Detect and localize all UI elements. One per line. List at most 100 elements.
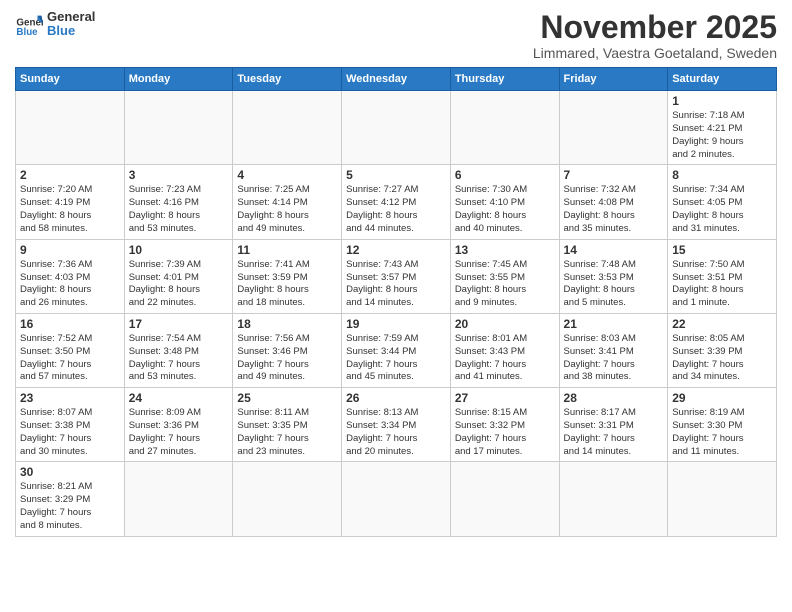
calendar-cell: 17 Sunrise: 7:54 AMSunset: 3:48 PMDayligh…: [124, 313, 233, 387]
svg-text:Blue: Blue: [16, 27, 38, 38]
day-number: 29: [672, 391, 772, 405]
calendar-cell: [668, 462, 777, 536]
location-title: Limmared, Vaestra Goetaland, Sweden: [533, 45, 777, 61]
day-number: 30: [20, 465, 120, 479]
day-info: Sunrise: 8:01 AMSunset: 3:43 PMDaylight:…: [455, 333, 555, 384]
calendar-cell: 25 Sunrise: 8:11 AMSunset: 3:35 PMDayligh…: [233, 388, 342, 462]
calendar-cell: [233, 91, 342, 165]
calendar-cell: 22Sunrise: 8:05 AMSunset: 3:39 PMDayligh…: [668, 313, 777, 387]
day-info: Sunrise: 7:23 AMSunset: 4:16 PMDaylight:…: [129, 184, 229, 235]
calendar-cell: 27Sunrise: 8:15 AMSunset: 3:32 PMDayligh…: [450, 388, 559, 462]
calendar-row: 16 Sunrise: 7:52 AMSunset: 3:50 PMDayligh…: [16, 313, 777, 387]
logo-general: General: [47, 10, 95, 24]
day-info: Sunrise: 8:09 AMSunset: 3:36 PMDaylight:…: [129, 407, 229, 458]
logo-blue: Blue: [47, 24, 95, 38]
calendar-row: 9Sunrise: 7:36 AMSunset: 4:03 PMDaylight…: [16, 239, 777, 313]
day-info: Sunrise: 8:21 AMSunset: 3:29 PMDaylight:…: [20, 481, 120, 532]
day-info: Sunrise: 8:13 AMSunset: 3:34 PMDaylight:…: [346, 407, 446, 458]
calendar-cell: [450, 91, 559, 165]
weekday-monday: Monday: [124, 68, 233, 91]
day-info: Sunrise: 7:39 AMSunset: 4:01 PMDaylight:…: [129, 259, 229, 310]
calendar-cell: 18Sunrise: 7:56 AMSunset: 3:46 PMDayligh…: [233, 313, 342, 387]
day-number: 14: [564, 243, 664, 257]
day-number: 28: [564, 391, 664, 405]
day-number: 23: [20, 391, 120, 405]
calendar-cell: 20 Sunrise: 8:01 AMSunset: 3:43 PMDayligh…: [450, 313, 559, 387]
calendar-cell: 11Sunrise: 7:41 AMSunset: 3:59 PMDayligh…: [233, 239, 342, 313]
day-info: Sunrise: 8:11 AMSunset: 3:35 PMDaylight:…: [237, 407, 337, 458]
day-number: 26: [346, 391, 446, 405]
logo: General Blue General Blue: [15, 10, 95, 39]
calendar-cell: 14 Sunrise: 7:48 AMSunset: 3:53 PMDayligh…: [559, 239, 668, 313]
calendar-cell: [16, 91, 125, 165]
month-title: November 2025: [533, 10, 777, 45]
day-info: Sunrise: 7:48 AMSunset: 3:53 PMDaylight:…: [564, 259, 664, 310]
calendar-cell: 24Sunrise: 8:09 AMSunset: 3:36 PMDayligh…: [124, 388, 233, 462]
weekday-tuesday: Tuesday: [233, 68, 342, 91]
day-number: 13: [455, 243, 555, 257]
calendar-cell: 7 Sunrise: 7:32 AMSunset: 4:08 PMDaylight…: [559, 165, 668, 239]
day-info: Sunrise: 7:59 AMSunset: 3:44 PMDaylight:…: [346, 333, 446, 384]
weekday-friday: Friday: [559, 68, 668, 91]
day-number: 10: [129, 243, 229, 257]
day-number: 3: [129, 168, 229, 182]
day-number: 25: [237, 391, 337, 405]
calendar-cell: 1Sunrise: 7:18 AMSunset: 4:21 PMDaylight…: [668, 91, 777, 165]
calendar-cell: [124, 91, 233, 165]
day-number: 21: [564, 317, 664, 331]
day-number: 17: [129, 317, 229, 331]
day-info: Sunrise: 7:41 AMSunset: 3:59 PMDaylight:…: [237, 259, 337, 310]
calendar: SundayMondayTuesdayWednesdayThursdayFrid…: [15, 67, 777, 537]
weekday-header-row: SundayMondayTuesdayWednesdayThursdayFrid…: [16, 68, 777, 91]
day-number: 7: [564, 168, 664, 182]
calendar-cell: 16 Sunrise: 7:52 AMSunset: 3:50 PMDayligh…: [16, 313, 125, 387]
calendar-cell: 4Sunrise: 7:25 AMSunset: 4:14 PMDaylight…: [233, 165, 342, 239]
day-number: 6: [455, 168, 555, 182]
page: General Blue General Blue November 2025 …: [0, 0, 792, 612]
day-number: 5: [346, 168, 446, 182]
day-info: Sunrise: 8:19 AMSunset: 3:30 PMDaylight:…: [672, 407, 772, 458]
day-number: 1: [672, 94, 772, 108]
calendar-body: 1Sunrise: 7:18 AMSunset: 4:21 PMDaylight…: [16, 91, 777, 537]
calendar-cell: [342, 462, 451, 536]
calendar-cell: 9Sunrise: 7:36 AMSunset: 4:03 PMDaylight…: [16, 239, 125, 313]
calendar-cell: 26 Sunrise: 8:13 AMSunset: 3:34 PMDayligh…: [342, 388, 451, 462]
weekday-sunday: Sunday: [16, 68, 125, 91]
day-number: 12: [346, 243, 446, 257]
calendar-cell: [233, 462, 342, 536]
calendar-row: 2Sunrise: 7:20 AMSunset: 4:19 PMDaylight…: [16, 165, 777, 239]
day-info: Sunrise: 8:03 AMSunset: 3:41 PMDaylight:…: [564, 333, 664, 384]
calendar-cell: 28Sunrise: 8:17 AMSunset: 3:31 PMDayligh…: [559, 388, 668, 462]
day-info: Sunrise: 7:32 AMSunset: 4:08 PMDaylight:…: [564, 184, 664, 235]
calendar-cell: 21 Sunrise: 8:03 AMSunset: 3:41 PMDayligh…: [559, 313, 668, 387]
calendar-row: 30 Sunrise: 8:21 AMSunset: 3:29 PMDayligh…: [16, 462, 777, 536]
calendar-cell: 15Sunrise: 7:50 AMSunset: 3:51 PMDayligh…: [668, 239, 777, 313]
day-info: Sunrise: 7:54 AMSunset: 3:48 PMDaylight:…: [129, 333, 229, 384]
day-info: Sunrise: 7:30 AMSunset: 4:10 PMDaylight:…: [455, 184, 555, 235]
logo-icon: General Blue: [15, 10, 43, 38]
title-area: November 2025 Limmared, Vaestra Goetalan…: [533, 10, 777, 61]
day-number: 19: [346, 317, 446, 331]
weekday-saturday: Saturday: [668, 68, 777, 91]
calendar-cell: 3 Sunrise: 7:23 AMSunset: 4:16 PMDaylight…: [124, 165, 233, 239]
day-info: Sunrise: 7:56 AMSunset: 3:46 PMDaylight:…: [237, 333, 337, 384]
calendar-cell: 19 Sunrise: 7:59 AMSunset: 3:44 PMDayligh…: [342, 313, 451, 387]
calendar-cell: 10 Sunrise: 7:39 AMSunset: 4:01 PMDayligh…: [124, 239, 233, 313]
calendar-cell: 8Sunrise: 7:34 AMSunset: 4:05 PMDaylight…: [668, 165, 777, 239]
day-info: Sunrise: 7:25 AMSunset: 4:14 PMDaylight:…: [237, 184, 337, 235]
day-info: Sunrise: 7:27 AMSunset: 4:12 PMDaylight:…: [346, 184, 446, 235]
calendar-cell: 23Sunrise: 8:07 AMSunset: 3:38 PMDayligh…: [16, 388, 125, 462]
day-info: Sunrise: 7:43 AMSunset: 3:57 PMDaylight:…: [346, 259, 446, 310]
day-info: Sunrise: 7:52 AMSunset: 3:50 PMDaylight:…: [20, 333, 120, 384]
calendar-cell: 12 Sunrise: 7:43 AMSunset: 3:57 PMDayligh…: [342, 239, 451, 313]
day-number: 20: [455, 317, 555, 331]
day-info: Sunrise: 8:05 AMSunset: 3:39 PMDaylight:…: [672, 333, 772, 384]
calendar-cell: 13Sunrise: 7:45 AMSunset: 3:55 PMDayligh…: [450, 239, 559, 313]
day-info: Sunrise: 8:15 AMSunset: 3:32 PMDaylight:…: [455, 407, 555, 458]
calendar-row: 23Sunrise: 8:07 AMSunset: 3:38 PMDayligh…: [16, 388, 777, 462]
header-area: General Blue General Blue November 2025 …: [15, 10, 777, 61]
calendar-cell: [124, 462, 233, 536]
day-number: 8: [672, 168, 772, 182]
day-number: 16: [20, 317, 120, 331]
day-info: Sunrise: 7:20 AMSunset: 4:19 PMDaylight:…: [20, 184, 120, 235]
